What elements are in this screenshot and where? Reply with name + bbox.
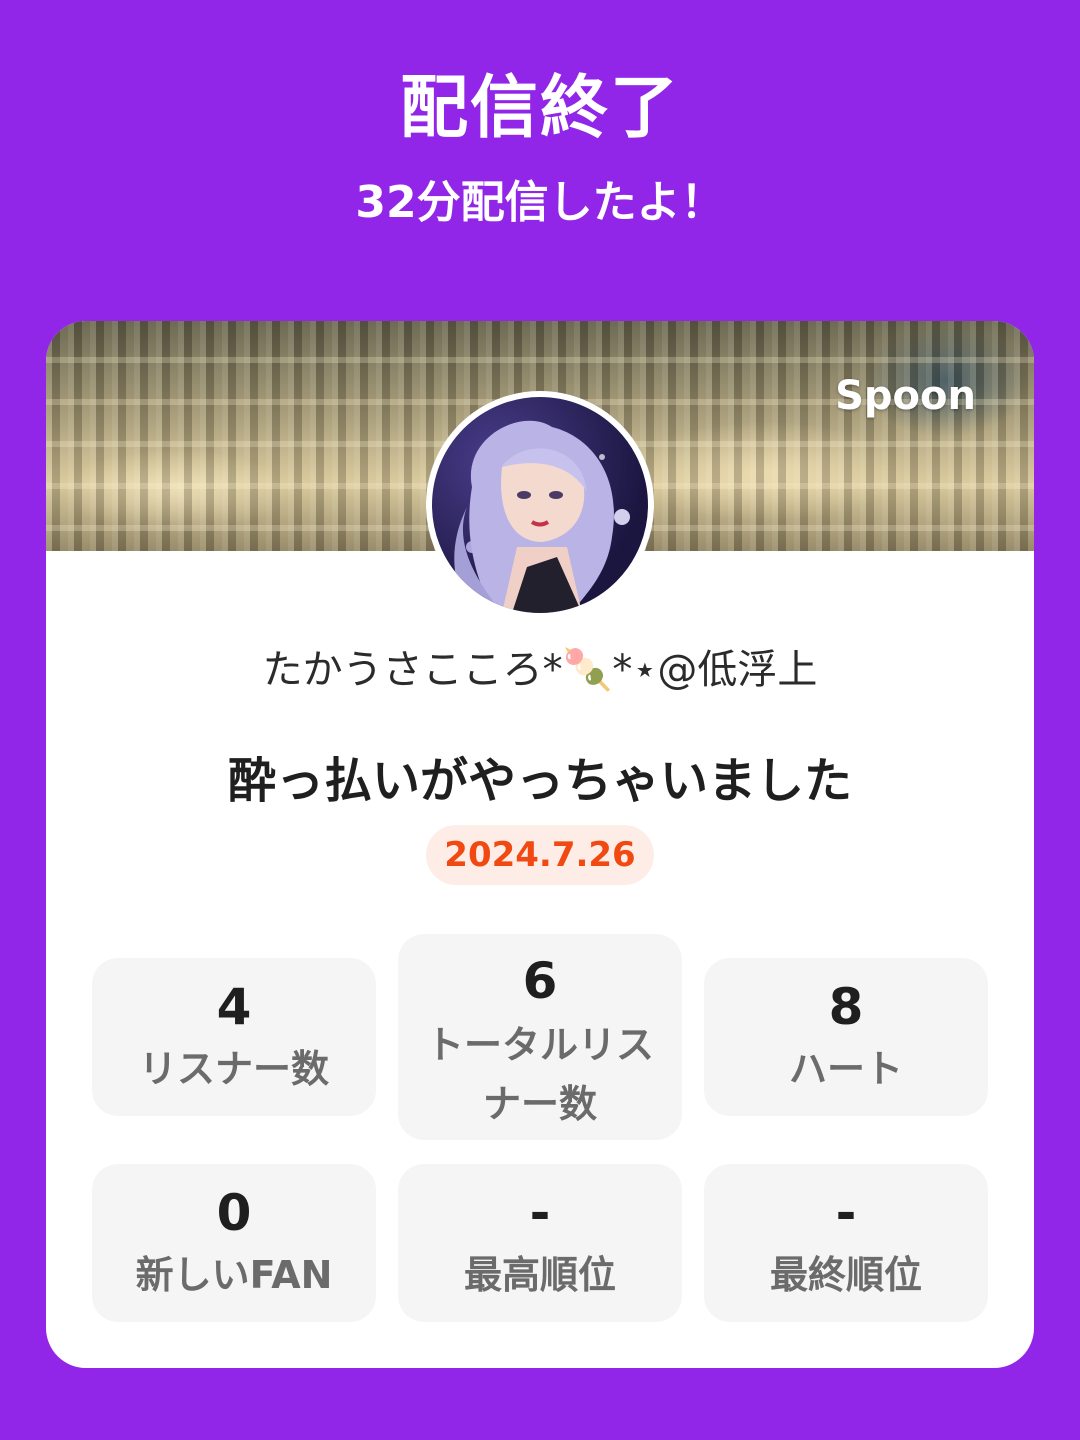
date-badge: 2024.7.26 bbox=[426, 825, 654, 885]
stat-listeners: 4 リスナー数 bbox=[92, 958, 376, 1116]
stat-value: 4 bbox=[216, 978, 252, 1036]
host-name: たかうさこころ*🍡*⋆@低浮上 bbox=[262, 647, 818, 693]
stat-hearts: 8 ハート bbox=[704, 958, 988, 1116]
stat-label: ハート bbox=[788, 1047, 903, 1091]
spoon-logo: Spoon bbox=[835, 373, 976, 419]
broadcast-ended-screen: 配信終了 32分配信したよ！ Spoon たかうさこころ*🍡*⋆@低浮上 酔っ払… bbox=[0, 0, 1080, 1440]
stat-value: - bbox=[835, 1184, 857, 1242]
stat-new-fans: 0 新しいFAN bbox=[92, 1164, 376, 1322]
stat-value: - bbox=[529, 1184, 551, 1242]
stat-highest-rank: - 最高順位 bbox=[398, 1164, 682, 1322]
avatar-image bbox=[454, 420, 630, 613]
stat-label: 新しいFAN bbox=[135, 1253, 333, 1297]
broadcast-summary-card: Spoon たかうさこころ*🍡*⋆@低浮上 酔っ払いがやっちゃいました 2024… bbox=[46, 321, 1034, 1368]
stat-final-rank: - 最終順位 bbox=[704, 1164, 988, 1322]
broadcast-title: 酔っ払いがやっちゃいました bbox=[227, 753, 852, 809]
page-title: 配信終了 bbox=[399, 69, 680, 148]
stat-label-line2: ナー数 bbox=[482, 1082, 597, 1126]
stat-label: 最高順位 bbox=[463, 1253, 616, 1297]
duration-subtitle: 32分配信したよ！ bbox=[355, 177, 725, 228]
host-avatar bbox=[426, 391, 654, 619]
stat-value: 0 bbox=[216, 1184, 252, 1242]
stat-total-listeners: 6 トータルリス ナー数 bbox=[398, 934, 682, 1140]
stat-label: リスナー数 bbox=[138, 1047, 329, 1091]
stat-value: 8 bbox=[828, 978, 864, 1036]
stat-label: 最終順位 bbox=[769, 1253, 922, 1297]
stat-label: トータルリス bbox=[425, 1023, 654, 1067]
stat-value: 6 bbox=[522, 952, 558, 1010]
